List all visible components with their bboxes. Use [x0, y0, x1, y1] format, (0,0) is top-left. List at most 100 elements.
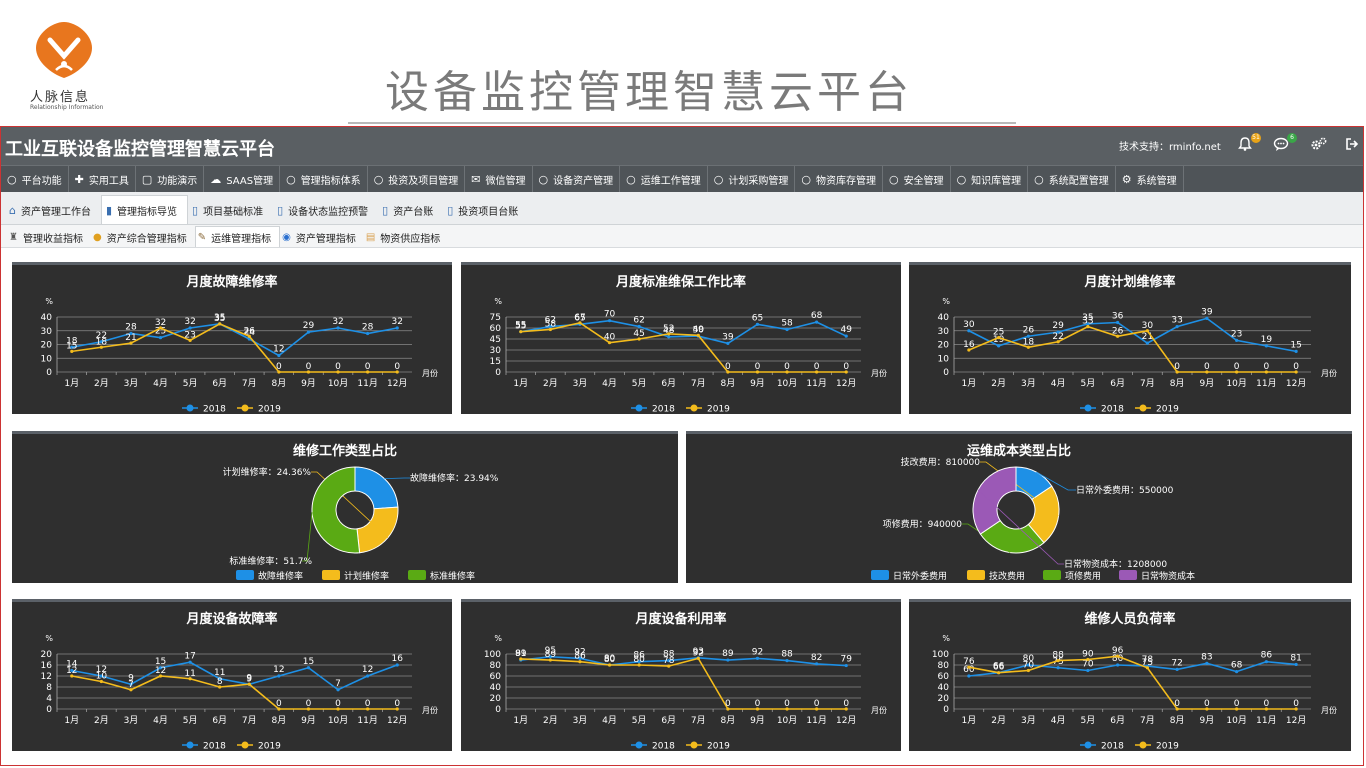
data-label: 39 — [1201, 307, 1213, 317]
menu-item[interactable]: ○ 计划采购管理 — [708, 166, 796, 192]
sub-tab[interactable]: ✎ 运维管理指标 — [194, 226, 281, 247]
module-tab[interactable]: ▯ 设备状态监控预警 — [273, 196, 378, 224]
menu-item[interactable]: ☁ SAAS管理 — [204, 166, 281, 192]
gear-icon[interactable] — [1310, 136, 1328, 154]
y-tick-label: 100 — [484, 650, 501, 660]
x-axis-label: 月份 — [422, 705, 438, 715]
tab-label: 运维管理指标 — [211, 233, 272, 245]
main-menu: ○ 平台功能 ✚ 实用工具 ▢ 功能演示 ☁ SAAS管理 ○ 管理指标体系 ○ 投资及项目管理 ✉ 微信… — [1, 165, 1363, 192]
x-axis-label: 月份 — [871, 705, 887, 715]
y-axis-unit: % — [45, 297, 53, 306]
support-link[interactable]: 技术支持：rminfo.net — [1119, 138, 1221, 153]
menu-item[interactable]: ⚙ 系统管理 — [1116, 166, 1184, 192]
sub-tab[interactable]: ● 资产综合管理指标 — [91, 227, 195, 247]
legend-marker — [186, 741, 194, 749]
menu-icon: ○ — [1034, 172, 1044, 186]
menu-item[interactable]: ○ 知识库管理 — [951, 166, 1029, 192]
sub-tab[interactable]: ▤ 物资供应指标 — [364, 227, 448, 247]
data-label: 12 — [362, 665, 373, 675]
data-label: 0 — [335, 699, 341, 709]
menu-item[interactable]: ✉ 微信管理 — [465, 166, 533, 192]
menu-item[interactable]: ○ 运维工作管理 — [620, 166, 708, 192]
y-tick-label: 8 — [46, 683, 52, 693]
leader-line — [302, 512, 313, 562]
x-tick-label: 10月 — [1226, 378, 1246, 389]
bell-badge: 51 — [1251, 133, 1261, 143]
menu-label: 设备资产管理 — [553, 175, 614, 187]
data-label: 0 — [306, 699, 312, 709]
data-label: 12 — [273, 665, 284, 675]
chat-icon[interactable]: 6 — [1273, 133, 1297, 154]
brand-name: 人脉信息 — [30, 90, 91, 105]
data-label: 79 — [840, 655, 852, 665]
logout-icon[interactable] — [1345, 136, 1363, 154]
menu-item[interactable]: ▢ 功能演示 — [136, 166, 205, 192]
module-tab[interactable]: ▯ 资产台账 — [378, 196, 443, 224]
menu-item[interactable]: ○ 安全管理 — [883, 166, 951, 192]
data-label: 92 — [752, 647, 763, 657]
x-tick-label: 2月 — [94, 378, 109, 389]
y-tick-label: 0 — [46, 368, 52, 378]
sub-tab[interactable]: ◉ 资产管理指标 — [280, 227, 364, 247]
x-tick-label: 11月 — [1256, 378, 1276, 389]
bell-icon[interactable]: 51 — [1237, 133, 1261, 154]
data-label: 29 — [303, 321, 315, 331]
data-label: 0 — [1293, 699, 1299, 709]
menu-item[interactable]: ○ 设备资产管理 — [533, 166, 621, 192]
series-line-2019 — [520, 322, 847, 373]
module-tab[interactable]: ▯ 项目基础标准 — [188, 196, 273, 224]
menu-label: 知识库管理 — [971, 175, 1022, 187]
sub-tab[interactable]: ♜ 管理收益指标 — [7, 227, 91, 247]
data-label: 0 — [276, 699, 282, 709]
y-tick-label: 60 — [490, 672, 502, 682]
tab-label: 设备状态监控预警 — [288, 206, 369, 218]
data-label: 7 — [128, 680, 134, 690]
data-label: 8 — [217, 677, 223, 687]
dashboard: 月度故障维修率% 0 10 20 30 40 1月 2月 3月 4月 5月 6月 7月 8月 9月 10月 11… — [1, 257, 1363, 765]
data-label: 0 — [306, 362, 312, 372]
data-label: 0 — [784, 362, 790, 372]
menu-icon: ○ — [956, 172, 967, 186]
y-axis-unit: % — [45, 634, 53, 643]
chart-panel-2: 月度标准维保工作比率% 0 15 30 45 60 75 1月 2月 3月 4月 5月 6月 7月 8月 9月… — [461, 262, 901, 415]
data-label: 40 — [604, 333, 616, 343]
data-label: 16 — [391, 654, 403, 664]
slice-label: 计划维修率：24.36% — [223, 466, 312, 478]
data-label: 0 — [1264, 699, 1270, 709]
menu-label: 物资库存管理 — [815, 175, 876, 187]
module-tab[interactable]: ▯ 投资项目台账 — [443, 196, 528, 224]
tab-icon: ▯ — [382, 203, 389, 217]
x-tick-label: 7月 — [242, 715, 257, 726]
legend-label: 2019 — [707, 405, 730, 415]
data-label: 15 — [1290, 340, 1301, 350]
tab-icon: ▮ — [105, 203, 113, 217]
x-tick-label: 12月 — [387, 378, 407, 389]
data-label: 0 — [365, 362, 371, 372]
legend-label: 标准维修率 — [430, 570, 475, 582]
data-label: 92 — [693, 648, 704, 658]
data-label: 26 — [1023, 325, 1035, 335]
data-label: 0 — [814, 362, 820, 372]
x-tick-label: 4月 — [153, 715, 168, 726]
data-label: 88 — [1052, 651, 1064, 661]
menu-item[interactable]: ○ 系统配置管理 — [1028, 166, 1116, 192]
legend-swatch — [1119, 570, 1137, 580]
x-tick-label: 8月 — [721, 378, 736, 389]
module-tab[interactable]: ▮ 管理指标导览 — [100, 195, 189, 224]
menu-item[interactable]: ○ 管理指标体系 — [280, 166, 368, 192]
x-tick-label: 11月 — [357, 378, 377, 389]
menu-item[interactable]: ○ 投资及项目管理 — [368, 166, 466, 192]
series-line-2019 — [520, 657, 847, 710]
menu-item[interactable]: ✚ 实用工具 — [69, 166, 136, 192]
menu-item[interactable]: ○ 平台功能 — [1, 166, 69, 192]
chart-title: 月度设备故障率 — [186, 612, 278, 627]
chart-title: 月度计划维修率 — [1084, 275, 1176, 290]
x-tick-label: 8月 — [272, 378, 287, 389]
chart-title: 月度标准维保工作比率 — [615, 275, 746, 290]
data-label: 91 — [515, 649, 526, 659]
menu-item[interactable]: ○ 物资库存管理 — [795, 166, 883, 192]
legend-label: 日常外委费用 — [893, 570, 947, 582]
tab-icon: ♜ — [9, 231, 18, 243]
legend-label: 2018 — [652, 742, 675, 752]
module-tab[interactable]: ⌂ 资产管理工作台 — [5, 196, 101, 224]
